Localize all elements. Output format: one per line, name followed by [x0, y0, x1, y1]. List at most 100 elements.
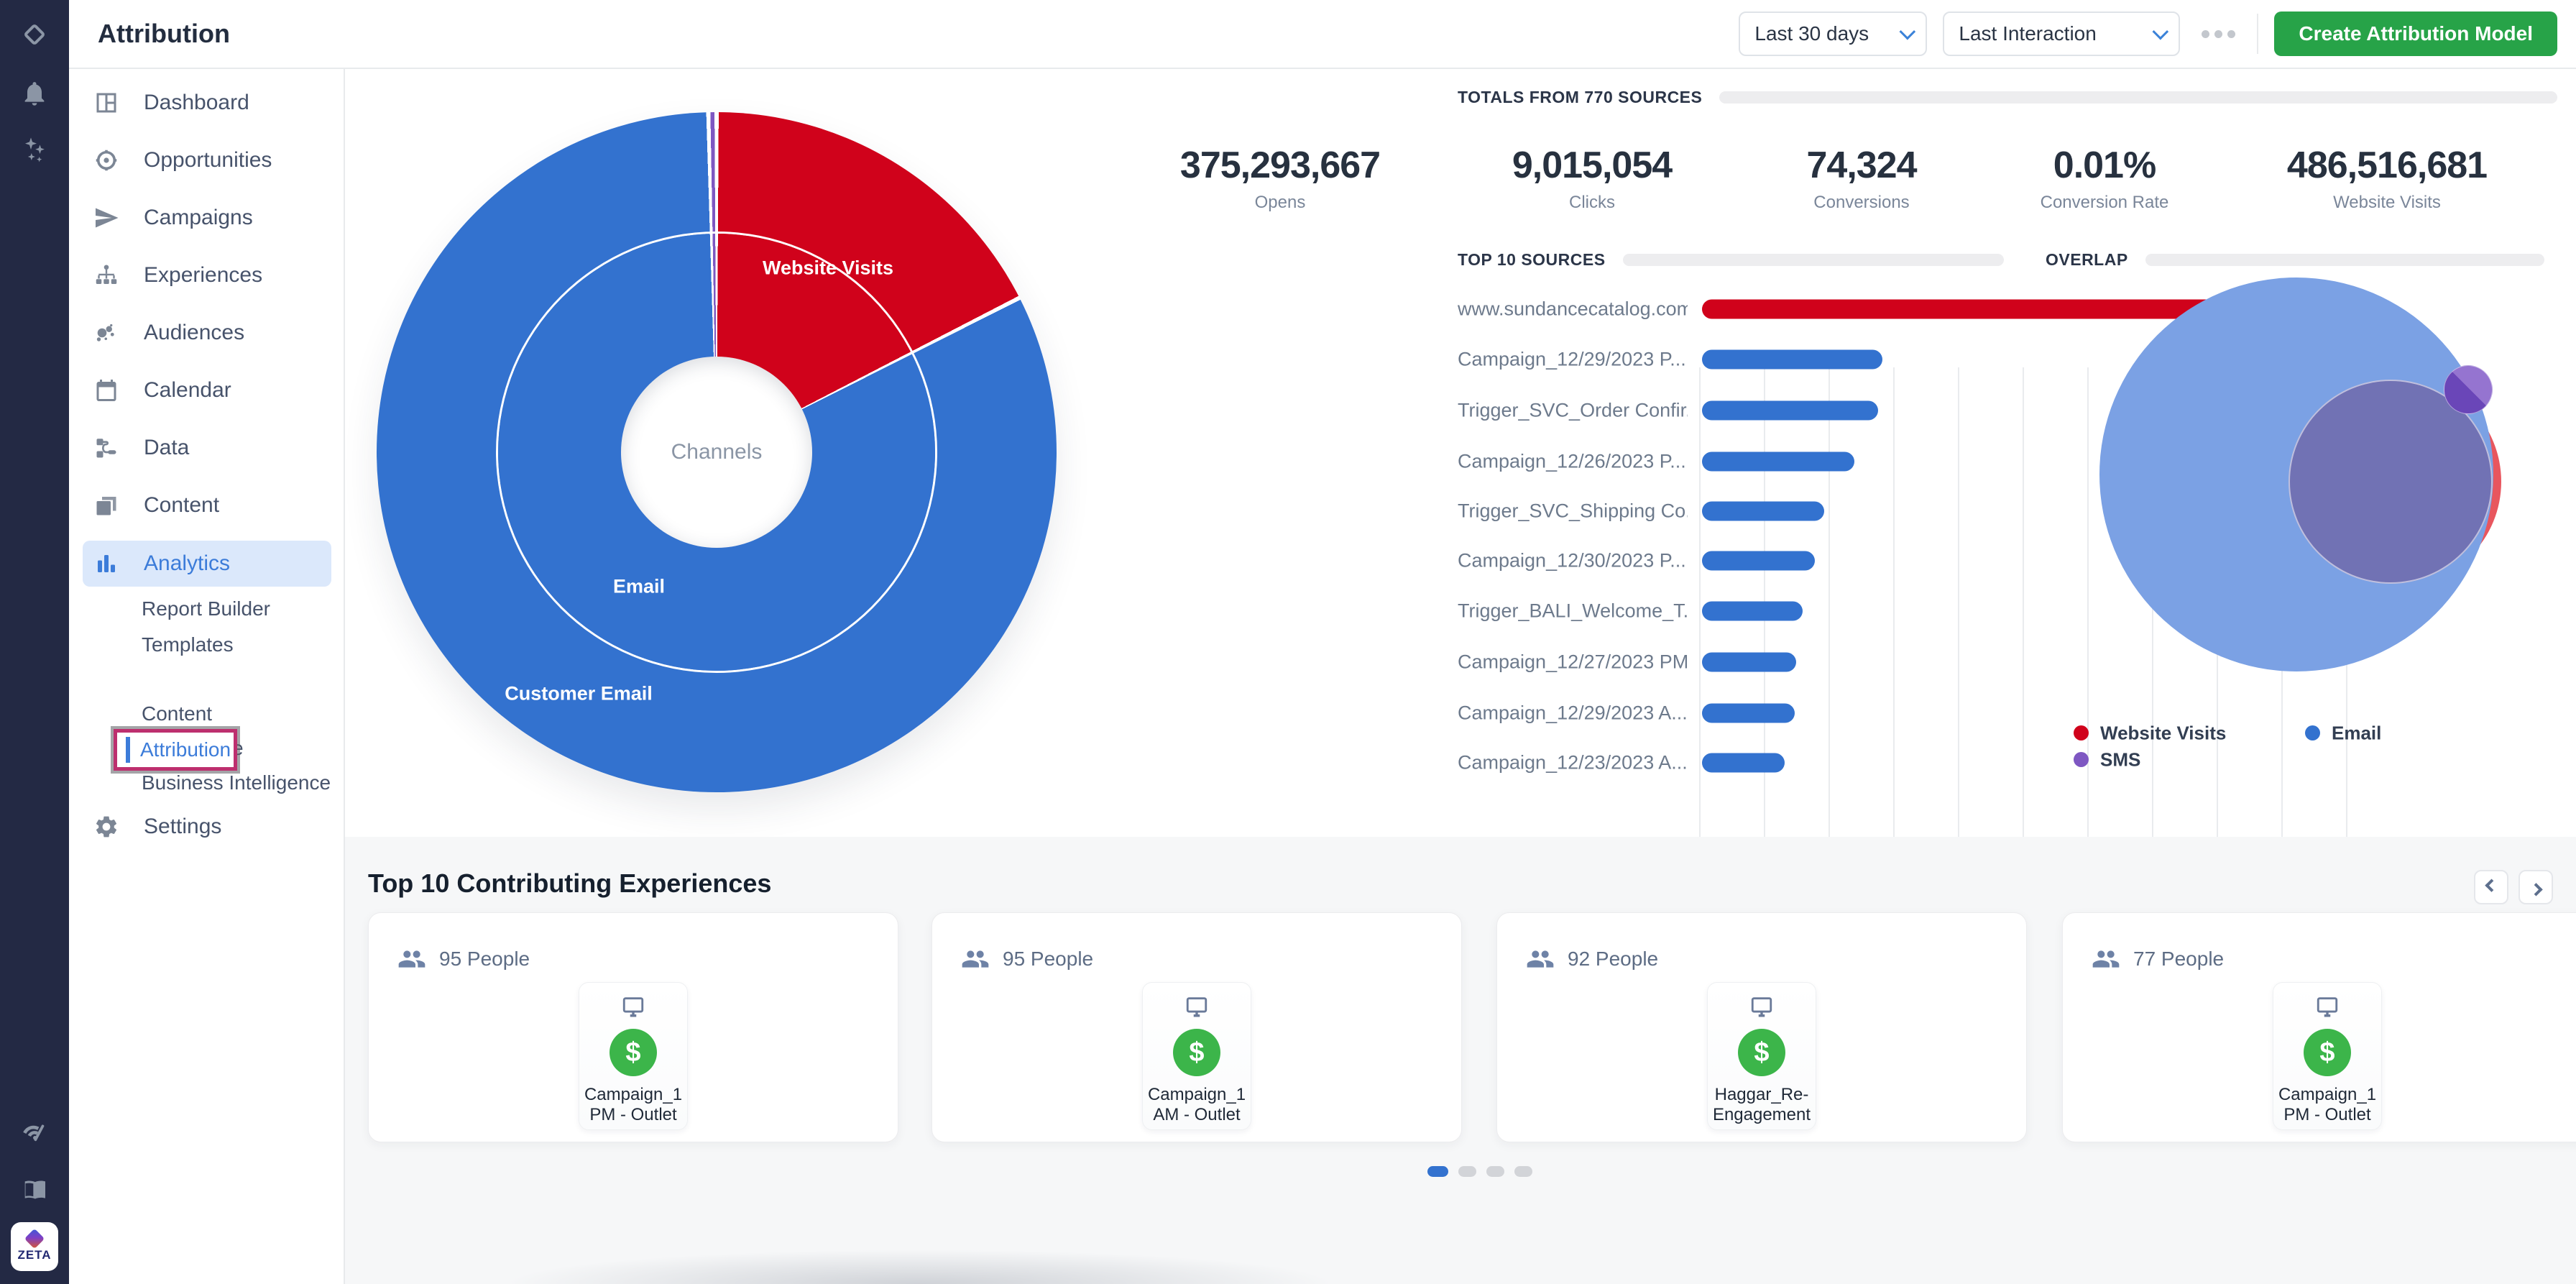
people-icon [1526, 945, 1555, 973]
channels-sunburst-chart[interactable]: Channels Website Visits Email Customer E… [377, 112, 1057, 792]
sidebar-item-dashboard[interactable]: Dashboard [69, 74, 345, 132]
campaigns-send-icon [93, 205, 119, 231]
sidebar-item-label: Dashboard [144, 91, 249, 115]
source-link[interactable]: Campaign_12/23/2023 A... [1458, 752, 1688, 774]
docs-book-icon[interactable] [0, 1175, 69, 1204]
sidebar-subitem-attribution[interactable]: Attribution [140, 738, 231, 761]
overlap-venn-chart[interactable] [2084, 273, 2530, 690]
experience-campaign-label: Campaign_1 PM - Outlet [2277, 1085, 2378, 1124]
people-count: 77 People [2092, 945, 2224, 973]
attribution-model-select[interactable]: Last Interaction [1943, 12, 2180, 56]
totals-heading: TOTALS FROM 770 SOURCES [1458, 88, 1702, 107]
date-range-select[interactable]: Last 30 days [1739, 12, 1927, 56]
donut-label-customer-email: Customer Email [505, 683, 653, 705]
sidebar-nav: Dashboard Opportunities Campaigns Experi… [69, 69, 345, 1284]
sidebar-subitem-report-builder[interactable]: Report Builder [142, 591, 343, 627]
venn-sms-circle [2444, 365, 2493, 414]
carousel-prev-button[interactable] [2474, 870, 2508, 904]
source-bar[interactable] [1702, 452, 1854, 472]
people-count: 95 People [961, 945, 1093, 973]
source-bar[interactable] [1702, 502, 1824, 521]
sidebar-subitem-content[interactable]: Content [142, 696, 343, 732]
ai-sparkles-icon[interactable] [0, 135, 69, 164]
conversion-dollar-icon: $ [1738, 1029, 1785, 1076]
stat-clicks: 9,015,054Clicks [1512, 144, 1672, 213]
experience-card[interactable]: 95 People $ Campaign_1 AM - Outlet [932, 912, 1462, 1142]
legend-label-website-visits: Website Visits [2100, 723, 2226, 745]
conversion-dollar-icon: $ [2304, 1029, 2351, 1076]
experience-card[interactable]: 77 People $ Campaign_1 PM - Outlet [2062, 912, 2576, 1142]
monitor-icon [1182, 994, 1211, 1019]
sources-header-bar [1623, 254, 2004, 266]
source-link[interactable]: Trigger_SVC_Order Confir... [1458, 400, 1688, 422]
conversion-dollar-icon: $ [610, 1029, 657, 1076]
experiences-heading: Top 10 Contributing Experiences [368, 868, 771, 899]
overlap-header-bar [2145, 254, 2544, 266]
dashboard-icon [93, 90, 119, 116]
sources-heading: TOP 10 SOURCES [1458, 250, 1606, 270]
pagination-dot-active[interactable] [1427, 1166, 1448, 1177]
experience-card[interactable]: 92 People $ Haggar_Re- Engagement [1496, 912, 2027, 1142]
zeta-logo-icon[interactable] [0, 20, 69, 49]
legend-label-email: Email [2332, 723, 2381, 745]
source-bar[interactable] [1702, 401, 1878, 421]
sidebar-item-settings[interactable]: Settings [69, 798, 345, 856]
source-link[interactable]: Trigger_SVC_Shipping Co... [1458, 500, 1688, 523]
source-link[interactable]: Campaign_12/30/2023 P... [1458, 550, 1688, 572]
more-options-button[interactable] [2196, 30, 2241, 38]
sidebar-item-label: Content [144, 493, 219, 518]
source-link[interactable]: Campaign_12/26/2023 P... [1458, 451, 1688, 473]
chevron-down-icon [2153, 24, 2169, 40]
attribution-model-value: Last Interaction [1959, 22, 2096, 45]
experience-card[interactable]: 95 People $ Campaign_1 PM - Outlet [368, 912, 898, 1142]
chevron-right-icon [2529, 883, 2542, 896]
pagination-dot[interactable] [1458, 1166, 1476, 1177]
pagination-dot[interactable] [1486, 1166, 1504, 1177]
source-link[interactable]: Trigger_BALI_Welcome_T... [1458, 600, 1688, 623]
sidebar-item-content[interactable]: Content [69, 477, 345, 534]
sidebar-item-campaigns[interactable]: Campaigns [69, 189, 345, 247]
sidebar-item-experiences[interactable]: Experiences [69, 247, 345, 304]
source-bar[interactable] [1702, 602, 1803, 621]
totals-header-bar [1719, 91, 2557, 104]
people-count-label: 95 People [439, 948, 530, 971]
create-attribution-model-button[interactable]: Create Attribution Model [2274, 12, 2557, 56]
zeta-diamond-icon [24, 1228, 45, 1248]
experiences-tree-icon [93, 262, 119, 288]
source-link[interactable]: www.sundancecatalog.com [1458, 298, 1688, 321]
status-signal-icon[interactable] [0, 1118, 69, 1147]
legend-dot-sms [2074, 752, 2089, 767]
audiences-dots-icon [93, 320, 119, 346]
zeta-workspace-logo[interactable]: ZETA [11, 1222, 58, 1271]
experience-node[interactable]: $ Haggar_Re- Engagement [1707, 982, 1816, 1130]
legend-dot-website-visits [2074, 725, 2089, 740]
carousel-pagination [1427, 1166, 1532, 1177]
source-link[interactable]: Campaign_12/29/2023 A... [1458, 702, 1688, 725]
experience-node[interactable]: $ Campaign_1 PM - Outlet [2273, 982, 2382, 1130]
source-bar[interactable] [1702, 704, 1795, 723]
stat-opens: 375,293,667Opens [1180, 144, 1380, 213]
sidebar-item-opportunities[interactable]: Opportunities [69, 132, 345, 189]
sidebar-subitem-templates[interactable]: Templates [142, 627, 343, 663]
experience-node[interactable]: $ Campaign_1 PM - Outlet [579, 982, 688, 1130]
sidebar-item-analytics[interactable]: Analytics [83, 541, 331, 587]
pagination-dot[interactable] [1514, 1166, 1532, 1177]
source-bar[interactable] [1702, 753, 1785, 773]
notifications-bell-icon[interactable] [0, 79, 69, 108]
source-bar[interactable] [1702, 551, 1815, 571]
sidebar-item-data[interactable]: Data [69, 419, 345, 477]
sidebar-subitem-attribution-highlight[interactable]: Attribution [114, 729, 237, 771]
stat-website-visits: 486,516,681Website Visits [2287, 144, 2487, 213]
sidebar-item-label: Audiences [144, 321, 244, 345]
experience-node[interactable]: $ Campaign_1 AM - Outlet [1142, 982, 1251, 1130]
source-link[interactable]: Campaign_12/27/2023 PM... [1458, 651, 1688, 674]
monitor-icon [2313, 994, 2342, 1019]
sidebar-item-audiences[interactable]: Audiences [69, 304, 345, 362]
source-bar[interactable] [1702, 350, 1882, 370]
people-count: 92 People [1526, 945, 1658, 973]
donut-label-website-visits: Website Visits [763, 257, 893, 280]
carousel-next-button[interactable] [2518, 870, 2553, 904]
source-bar[interactable] [1702, 653, 1796, 672]
source-link[interactable]: Campaign_12/29/2023 P... [1458, 349, 1688, 371]
sidebar-item-calendar[interactable]: Calendar [69, 362, 345, 419]
